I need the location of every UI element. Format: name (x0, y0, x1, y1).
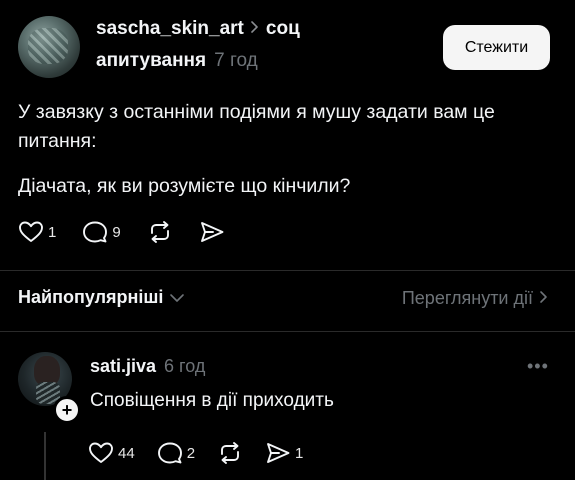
post-text-paragraph-2: Діачата, як ви розумієте що кінчили? (18, 175, 351, 197)
chevron-down-icon (169, 287, 185, 308)
reply-text: Сповіщення в дії приходить (90, 390, 334, 411)
reply-like-count: 44 (118, 444, 135, 462)
more-options-icon[interactable]: ••• (527, 356, 549, 377)
post-like-count: 1 (48, 223, 57, 241)
comment-bubble-icon (82, 220, 108, 244)
chevron-right-icon (539, 288, 549, 309)
chevron-right-icon (250, 18, 260, 40)
repost-icon (147, 220, 173, 244)
post-text-paragraph-1: У завязку з останніми подіями я мушу зад… (18, 101, 495, 152)
reply-comment-button[interactable]: 2 (157, 441, 195, 465)
reply-author-name[interactable]: sati.jiva (90, 356, 156, 377)
thread-line (44, 432, 46, 480)
replies-sort-dropdown[interactable]: Найпопулярніші (18, 287, 185, 308)
heart-icon (18, 220, 44, 244)
divider (0, 331, 575, 332)
post-author-line: sascha_skin_art соц (96, 18, 300, 40)
post-topic-tag-continued[interactable]: апитування (96, 50, 206, 72)
post-actions: 1 9 (18, 220, 225, 244)
repost-icon (217, 441, 243, 465)
reply-like-button[interactable]: 44 (88, 441, 135, 465)
reply-actions: 44 2 1 (88, 441, 303, 465)
view-activity-label: Переглянути дії (401, 288, 533, 308)
post-comment-count: 9 (112, 223, 121, 241)
post-topic-line: апитування 7 год (96, 50, 258, 72)
follow-button[interactable]: Стежити (443, 25, 550, 70)
post-body: У завязку з останніми подіями я мушу зад… (18, 98, 558, 201)
post-like-button[interactable]: 1 (18, 220, 56, 244)
heart-icon (88, 441, 114, 465)
post-topic-tag[interactable]: соц (266, 18, 300, 40)
send-icon (199, 220, 225, 244)
author-avatar[interactable] (18, 16, 80, 78)
post-comment-button[interactable]: 9 (82, 220, 121, 244)
post-author-name[interactable]: sascha_skin_art (96, 18, 244, 40)
post-repost-button[interactable] (147, 220, 173, 244)
send-icon (265, 441, 291, 465)
comment-bubble-icon (157, 441, 183, 465)
reply-time: 6 год (164, 356, 206, 376)
reply-repost-button[interactable] (217, 441, 243, 465)
reply-share-button[interactable]: 1 (265, 441, 303, 465)
post-time: 7 год (214, 50, 258, 71)
divider (0, 270, 575, 271)
reply-comment-count: 2 (186, 444, 196, 462)
follow-plus-icon[interactable]: + (53, 396, 81, 424)
replies-sort-label: Найпопулярніші (18, 287, 164, 307)
reply-share-count: 1 (295, 444, 304, 462)
reply-author-line: sati.jiva 6 год (90, 356, 205, 377)
view-activity-link[interactable]: Переглянути дії (402, 288, 549, 309)
post-share-button[interactable] (199, 220, 225, 244)
